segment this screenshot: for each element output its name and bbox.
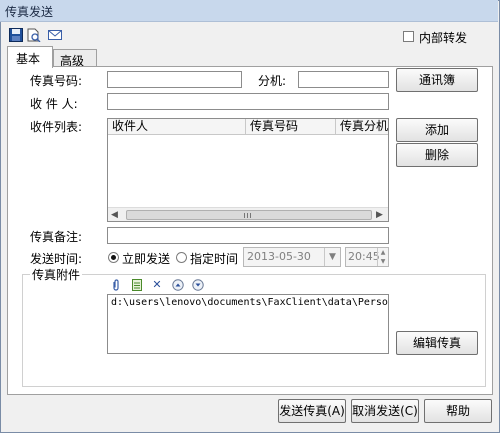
recipient-list[interactable]: 收件人 传真号码 传真分机 ◀ ▶: [107, 118, 389, 222]
document-icon[interactable]: [131, 279, 143, 291]
tab-basic[interactable]: 基本: [7, 46, 53, 68]
date-value: 2013-05-30: [247, 250, 311, 263]
address-book-button[interactable]: 通讯簿: [396, 68, 478, 92]
fax-number-input[interactable]: [107, 71, 242, 88]
add-button[interactable]: 添加: [396, 118, 478, 142]
save-icon[interactable]: [9, 28, 23, 42]
window-title: 传真发送: [5, 5, 54, 19]
recipient-input[interactable]: [107, 93, 389, 110]
send-now-radio[interactable]: [108, 252, 119, 263]
move-up-icon[interactable]: [172, 279, 184, 291]
recipient-list-header: 收件人 传真号码 传真分机: [108, 119, 388, 135]
time-value: 20:45: [348, 250, 380, 263]
scroll-right-icon[interactable]: ▶: [376, 210, 383, 220]
send-scheduled-radio[interactable]: [176, 252, 187, 263]
recipient-label: 收 件 人:: [30, 97, 78, 111]
scroll-left-icon[interactable]: ◀: [111, 210, 118, 220]
edit-fax-button[interactable]: 编辑传真: [396, 331, 478, 355]
send-fax-button[interactable]: 发送传真(A): [278, 399, 346, 423]
date-picker[interactable]: 2013-05-30 ▼: [243, 247, 341, 267]
attachment-group-label: 传真附件: [30, 266, 83, 283]
tab-basic-label: 基本: [16, 52, 41, 66]
remove-attachment-icon[interactable]: ✕: [151, 279, 163, 291]
send-scheduled-label: 指定时间: [190, 252, 239, 266]
attachment-list[interactable]: d:\users\lenovo\documents\FaxClient\data…: [107, 294, 389, 354]
email-icon[interactable]: [48, 28, 62, 42]
column-recipient[interactable]: 收件人: [108, 119, 246, 134]
fax-number-label: 传真号码:: [30, 74, 83, 88]
extension-input[interactable]: [298, 71, 389, 88]
move-down-icon[interactable]: [192, 279, 204, 291]
date-dropdown-icon[interactable]: ▼: [324, 248, 340, 266]
column-fax-number[interactable]: 传真号码: [246, 119, 336, 134]
remark-label: 传真备注:: [30, 230, 83, 244]
time-up-icon[interactable]: ▲: [377, 248, 388, 257]
internal-forward-label: 内部转发: [419, 31, 468, 45]
send-time-label: 发送时间:: [30, 252, 83, 266]
send-now-label: 立即发送: [122, 252, 171, 266]
title-bar: [0, 0, 498, 22]
time-picker[interactable]: 20:45 ▲ ▼: [345, 247, 389, 267]
horizontal-scrollbar[interactable]: ◀ ▶: [108, 207, 388, 221]
cancel-send-button[interactable]: 取消发送(C): [351, 399, 419, 423]
time-down-icon[interactable]: ▼: [377, 257, 388, 266]
delete-button[interactable]: 删除: [396, 143, 478, 167]
internal-forward-checkbox[interactable]: [403, 31, 414, 42]
preview-icon[interactable]: [27, 28, 41, 43]
recipient-list-label: 收件列表:: [30, 120, 83, 134]
column-fax-extension[interactable]: 传真分机: [336, 119, 388, 134]
attachment-path[interactable]: d:\users\lenovo\documents\FaxClient\data…: [111, 297, 388, 308]
attach-file-icon[interactable]: [110, 279, 122, 291]
extension-label: 分机:: [258, 74, 287, 88]
scrollbar-thumb[interactable]: [126, 210, 372, 220]
help-button[interactable]: 帮助: [424, 399, 492, 423]
remark-input[interactable]: [107, 227, 389, 244]
